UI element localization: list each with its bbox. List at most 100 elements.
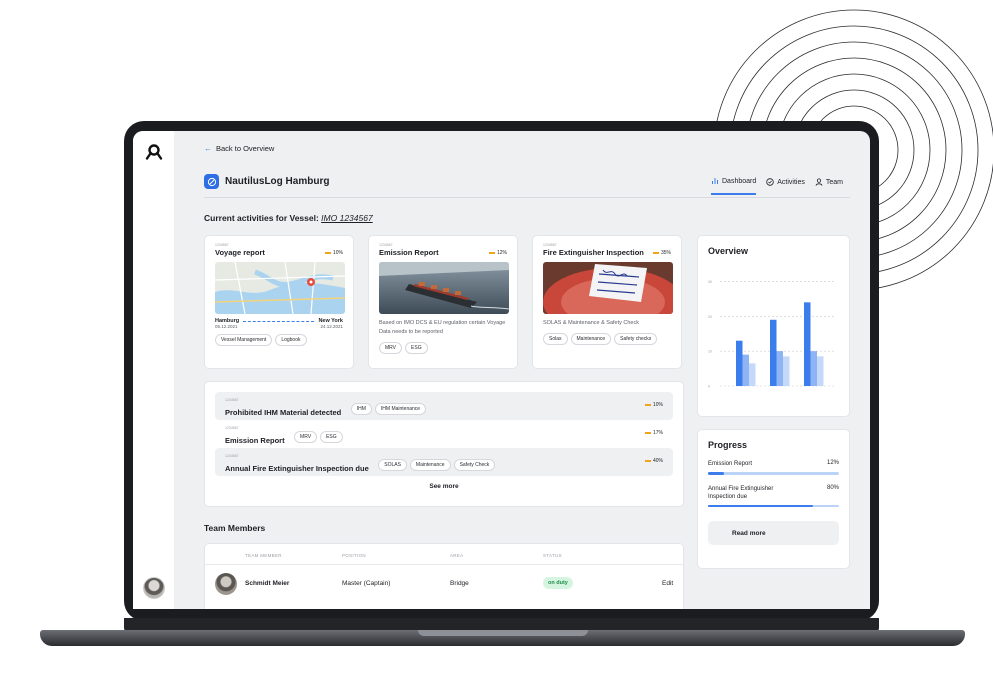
overview-title: Overview: [708, 246, 749, 256]
main-content: ← Back to Overview NautilusLog Hamburg D…: [174, 131, 870, 609]
column-header: AREA: [450, 553, 464, 558]
vessel-header: NautilusLog Hamburg: [204, 174, 329, 189]
tab-divider: [204, 197, 850, 198]
tag-chip[interactable]: ESG: [405, 342, 428, 354]
back-link[interactable]: ← Back to Overview: [204, 144, 274, 153]
tag-chip[interactable]: Maintenance: [570, 333, 612, 345]
tag-chip[interactable]: IHM: [350, 403, 372, 415]
progress-title: Progress: [708, 440, 748, 450]
team-table: TEAM MEMBER POSITION AREA STATUS Schmidt…: [204, 543, 684, 609]
y-tick-label: 10: [708, 350, 712, 354]
tag-chip[interactable]: MRV: [294, 431, 318, 443]
tag-chip[interactable]: Logbook: [275, 334, 307, 346]
member-name: Schmidt Meier: [245, 580, 290, 587]
tab-activities[interactable]: Activities: [766, 177, 805, 195]
list-item[interactable]: 1234567 Annual Fire Extinguisher Inspect…: [215, 448, 673, 476]
tab-label: Activities: [777, 178, 805, 186]
from-date: 05.12.2021: [215, 324, 238, 329]
list-item[interactable]: 1234567 Prohibited IHM Material detected…: [215, 392, 673, 420]
activity-description: SOLAS & Maintenance & Safety Check: [543, 320, 639, 326]
chart-bar: [749, 363, 756, 386]
edit-button[interactable]: Edit: [662, 580, 673, 587]
progress-item: Annual Fire Extinguisher Inspection due …: [708, 484, 839, 507]
tag-chip[interactable]: Maintenance: [409, 459, 451, 471]
vessel-logo-icon: [204, 174, 219, 189]
user-avatar[interactable]: [143, 577, 165, 599]
check-circle-icon: [766, 178, 774, 186]
activity-progress: 10%: [644, 402, 663, 408]
tab-label: Team: [825, 178, 843, 186]
progress-panel: Progress Emission Report 12% Annual Fire…: [697, 429, 850, 569]
tag-list: SOLAS Maintenance Safety Check: [378, 459, 496, 471]
back-label: Back to Overview: [216, 144, 275, 153]
chart-bar: [810, 351, 817, 386]
activity-card-voyage[interactable]: 1234567 Voyage report 10% Hamburg New Yo…: [204, 235, 354, 369]
tag-list: MRV ESG: [294, 431, 343, 443]
imo-link[interactable]: IMO 1234567: [321, 213, 373, 223]
list-item-title: Emission Report: [225, 436, 285, 445]
progress-bar: [708, 472, 839, 475]
activity-title: Voyage report: [215, 248, 265, 257]
chart-bar: [736, 340, 743, 386]
tag-chip[interactable]: MRV: [379, 342, 403, 354]
route-map-image: [215, 262, 345, 314]
tag-chip[interactable]: Solas: [543, 333, 568, 345]
progress-label: Annual Fire Extinguisher Inspection due: [708, 485, 774, 500]
progress-item: Emission Report 12%: [708, 460, 839, 475]
activity-title: Fire Extinguisher Inspection: [543, 248, 644, 257]
progress-value: 12%: [826, 460, 839, 466]
y-tick-label: 0: [708, 385, 710, 389]
activity-card-fire[interactable]: 1234567 Fire Extinguisher Inspection 35%…: [532, 235, 682, 369]
chart-bar: [776, 351, 783, 386]
current-activities-heading: Current activities for Vessel: IMO 12345…: [204, 213, 373, 223]
team-heading: Team Members: [204, 523, 266, 533]
activity-id: 1234567: [225, 454, 239, 458]
to-date: 24.12.2021: [320, 324, 343, 329]
tab-dashboard[interactable]: Dashboard: [711, 177, 757, 195]
y-tick-label: 20: [708, 315, 712, 319]
route-line: [243, 321, 315, 322]
app-logo-icon[interactable]: [145, 143, 163, 161]
chart-bar: [742, 354, 749, 386]
tag-chip[interactable]: Vessel Management: [215, 334, 273, 346]
list-item[interactable]: 1234567 Emission Report MRV ESG 17%: [215, 420, 673, 448]
chart-bar: [770, 319, 777, 386]
activity-progress: 12%: [488, 250, 507, 256]
see-more-button[interactable]: See more: [215, 483, 673, 490]
list-item-title: Prohibited IHM Material detected: [225, 408, 342, 417]
activity-id: 1234567: [215, 243, 229, 247]
y-tick-label: 30: [708, 280, 712, 284]
tag-list: Solas Maintenance Safety checks: [543, 333, 671, 345]
activity-id: 1234567: [225, 398, 239, 402]
tag-chip[interactable]: SOLAS: [378, 459, 407, 471]
tag-chip[interactable]: ESG: [320, 431, 343, 443]
member-area: Bridge: [450, 580, 469, 587]
tag-chip[interactable]: Safety checks: [614, 333, 658, 345]
activity-id: 1234567: [543, 243, 557, 247]
status-badge: on duty: [543, 577, 573, 589]
person-icon: [815, 178, 823, 186]
overview-panel: Overview 0 10 20 30: [697, 235, 850, 417]
tab-team[interactable]: Team: [815, 177, 843, 195]
app-screen: ← Back to Overview NautilusLog Hamburg D…: [133, 131, 870, 609]
activity-title: Emission Report: [379, 248, 439, 257]
tab-bar: Dashboard Activities Team: [711, 177, 843, 195]
tag-list: IHM IHM Maintenance: [350, 403, 427, 415]
overview-chart: 0 10 20 30: [708, 280, 836, 389]
read-more-button[interactable]: Read more: [708, 521, 839, 545]
activity-description: Based on IMO DCS & EU regulation certain…: [379, 320, 506, 335]
progress-value: 80%: [826, 484, 839, 491]
activity-progress: 10%: [324, 250, 343, 256]
vessel-name: NautilusLog Hamburg: [225, 176, 330, 187]
bar-chart-icon: [712, 178, 718, 184]
laptop-notch: [418, 630, 588, 636]
vessel-line-prefix: Current activities for Vessel:: [204, 213, 319, 223]
chart-bar: [817, 356, 824, 386]
progress-bar: [708, 504, 839, 507]
activity-card-emission[interactable]: 1234567 Emission Report 12% Based on IMO…: [368, 235, 518, 369]
progress-label: Emission Report: [708, 461, 753, 467]
tag-chip[interactable]: Safety Check: [453, 459, 496, 471]
tag-chip[interactable]: IHM Maintenance: [374, 403, 427, 415]
tag-list: Vessel Management Logbook: [215, 334, 343, 346]
column-header: STATUS: [543, 553, 562, 558]
